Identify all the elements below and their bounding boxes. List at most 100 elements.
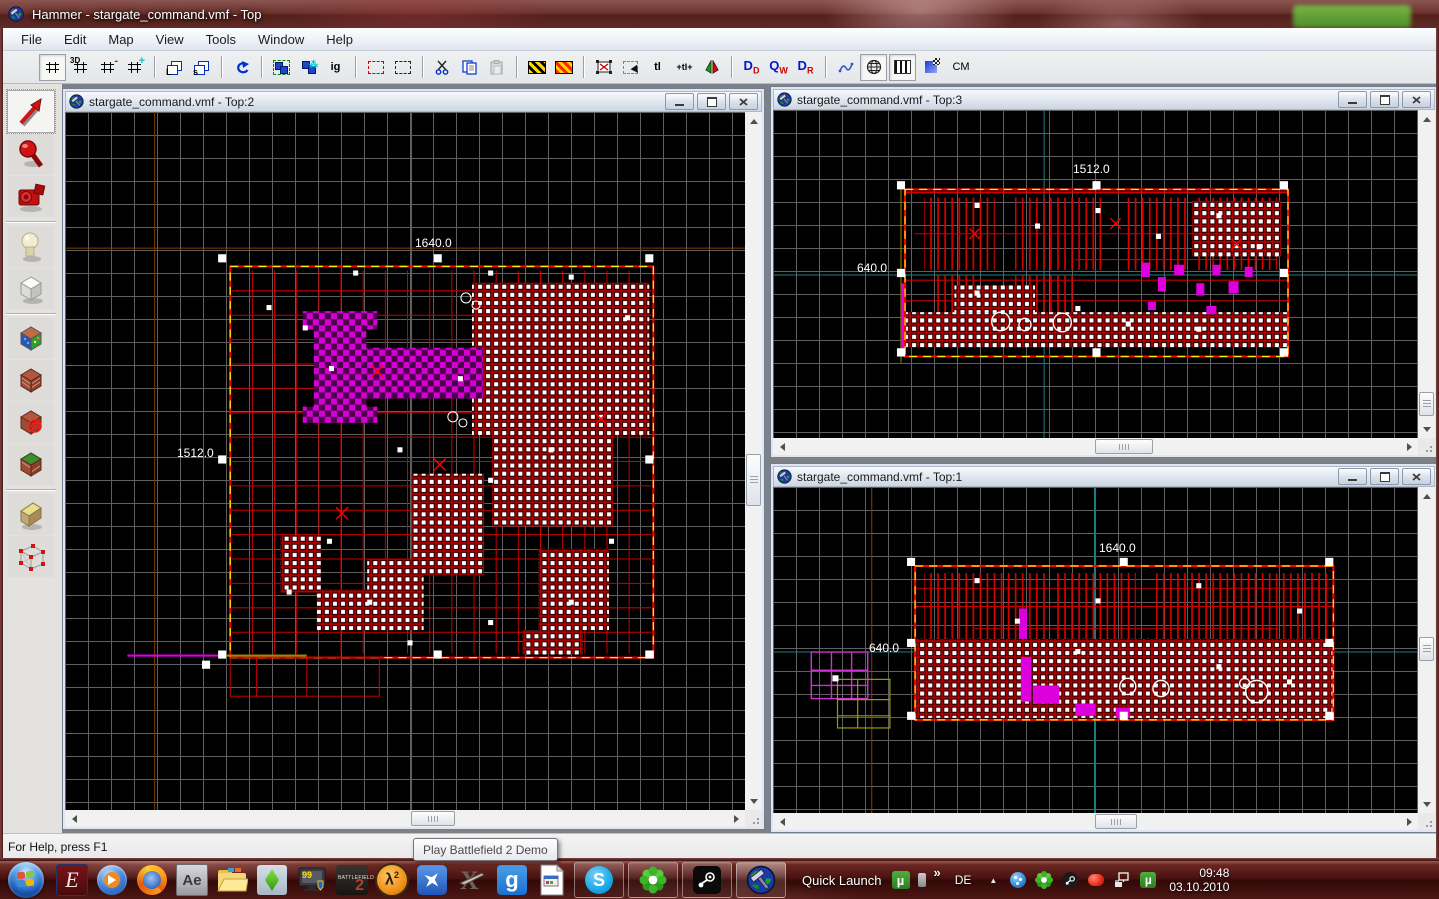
toggle-cordon-button[interactable]: [524, 55, 549, 80]
ignore-groups-button[interactable]: ig: [323, 55, 348, 80]
horizontal-scrollbar[interactable]: [65, 810, 745, 827]
toggle-grid-button[interactable]: [39, 54, 66, 81]
horizontal-scrollbar[interactable]: [773, 438, 1418, 455]
scrollbar-thumb[interactable]: [1419, 637, 1434, 661]
scrollbar-thumb[interactable]: [1095, 814, 1137, 829]
scroll-right-arrow[interactable]: [1401, 438, 1418, 455]
close-button[interactable]: [1402, 91, 1431, 108]
taskbar-icon-explorer-folder[interactable]: [215, 863, 249, 897]
close-button[interactable]: [1402, 468, 1431, 485]
load-window-state-button[interactable]: L: [162, 55, 187, 80]
taskbar-icon-sims[interactable]: [255, 863, 289, 897]
scrollbar-thumb[interactable]: [746, 454, 761, 506]
tool-toggle-texture-application[interactable]: [8, 318, 54, 359]
viewport-2d-top2[interactable]: 1640.0 1512.0: [65, 112, 745, 810]
tool-selection[interactable]: [7, 90, 55, 133]
flip-objects-button[interactable]: [699, 55, 724, 80]
group-button[interactable]: [363, 55, 388, 80]
minimize-button[interactable]: [1338, 468, 1367, 485]
scroll-up-arrow[interactable]: [1418, 110, 1435, 127]
carve-button[interactable]: [269, 55, 294, 80]
menu-edit[interactable]: Edit: [53, 30, 97, 49]
taskbar-button-hammer-active[interactable]: [736, 862, 786, 898]
vertical-scrollbar[interactable]: [1418, 487, 1435, 813]
undo-button[interactable]: [229, 55, 254, 80]
taskbar-icon-firefox[interactable]: [135, 863, 169, 897]
texture-scale-lock-button[interactable]: +tl+: [672, 55, 697, 80]
cut-button[interactable]: [430, 55, 455, 80]
split-face-button[interactable]: [833, 55, 858, 80]
taskbar-icon-document[interactable]: [535, 863, 569, 897]
start-button[interactable]: [8, 862, 44, 898]
close-button[interactable]: [729, 93, 758, 110]
menu-map[interactable]: Map: [97, 30, 144, 49]
restore-button[interactable]: [1370, 468, 1399, 485]
model-render-toggle-button[interactable]: [860, 54, 887, 81]
menu-file[interactable]: File: [10, 30, 53, 49]
tray-icon-icq[interactable]: [1035, 871, 1053, 889]
scroll-left-arrow[interactable]: [65, 810, 82, 827]
restore-button[interactable]: [1370, 91, 1399, 108]
quicklaunch-overflow-chevron[interactable]: »: [934, 865, 941, 880]
displacement-mask-walkable-button[interactable]: QW: [766, 55, 791, 80]
save-window-state-button[interactable]: s: [189, 55, 214, 80]
scroll-right-arrow[interactable]: [1401, 813, 1418, 830]
scrollbar-thumb[interactable]: [411, 811, 455, 826]
texture-lock-button[interactable]: tl: [645, 55, 670, 80]
scroll-down-arrow[interactable]: [1418, 421, 1435, 438]
taskbar-button-icq[interactable]: [628, 862, 678, 898]
vertical-scrollbar[interactable]: [745, 112, 762, 810]
window-titlebar[interactable]: Hammer - stargate_command.vmf - Top: [0, 0, 1439, 29]
child-titlebar[interactable]: stargate_command.vmf - Top:1: [773, 466, 1435, 487]
horizontal-scrollbar[interactable]: [773, 813, 1418, 830]
quicklaunch-icon-clipped[interactable]: [918, 871, 926, 889]
taskbar-icon-xplane[interactable]: X: [455, 863, 489, 897]
menu-window[interactable]: Window: [247, 30, 315, 49]
scroll-left-arrow[interactable]: [773, 438, 790, 455]
language-indicator[interactable]: DE: [955, 873, 972, 887]
toggle-select-by-handles-button[interactable]: [591, 55, 616, 80]
scroll-up-arrow[interactable]: [1418, 487, 1435, 504]
viewport-window-top1[interactable]: stargate_command.vmf - Top:1: [770, 463, 1438, 833]
toggle-auto-selection-button[interactable]: [618, 55, 643, 80]
taskbar-button-skype[interactable]: S: [574, 862, 624, 898]
tool-entity[interactable]: [8, 226, 54, 267]
tray-icon-blue-ball[interactable]: [1009, 871, 1027, 889]
minimize-button[interactable]: [1338, 91, 1367, 108]
detail-objects-toggle-button[interactable]: [889, 54, 916, 81]
scroll-left-arrow[interactable]: [773, 813, 790, 830]
menu-help[interactable]: Help: [315, 30, 364, 49]
tool-magnify[interactable]: [8, 134, 54, 175]
tray-icon-hamachi[interactable]: [1087, 871, 1105, 889]
tool-camera[interactable]: [8, 176, 54, 217]
tool-block[interactable]: [8, 268, 54, 309]
tool-overlay[interactable]: [8, 444, 54, 485]
taskbar-icon-after-effects[interactable]: Ae: [175, 863, 209, 897]
taskbar-icon-battlefield2[interactable]: 2 BATTLEFIELD: [335, 863, 369, 897]
ungroup-button[interactable]: [390, 55, 415, 80]
texture-application-button[interactable]: [918, 55, 943, 80]
taskbar-icon-encarta[interactable]: E: [55, 863, 89, 897]
scroll-down-arrow[interactable]: [1418, 796, 1435, 813]
vertical-scrollbar[interactable]: [1418, 110, 1435, 438]
displacement-mask-solid-button[interactable]: DD: [739, 55, 764, 80]
taskbar-icon-media-player[interactable]: [95, 863, 129, 897]
viewport-window-top2[interactable]: stargate_command.vmf - Top:2: [62, 88, 765, 830]
restore-button[interactable]: [697, 93, 726, 110]
taskbar-icon-garrys-mod[interactable]: g: [495, 863, 529, 897]
scrollbar-thumb[interactable]: [1419, 392, 1434, 416]
tool-apply-current-texture[interactable]: [8, 360, 54, 401]
cm-toggle-button[interactable]: CM: [945, 55, 977, 80]
scrollbar-thumb[interactable]: [1095, 439, 1153, 454]
tray-clock[interactable]: 09:48 03.10.2010: [1169, 866, 1229, 894]
child-titlebar[interactable]: stargate_command.vmf - Top:2: [65, 91, 762, 112]
larger-grid-button[interactable]: +: [122, 55, 147, 80]
edit-cordon-button[interactable]: [551, 55, 576, 80]
tray-expand-arrow[interactable]: ▲: [989, 876, 997, 885]
viewport-window-top3[interactable]: stargate_command.vmf - Top:3: [770, 86, 1438, 458]
tool-clipping[interactable]: [8, 494, 54, 535]
tray-icon-network[interactable]: [1113, 871, 1131, 889]
menu-tools[interactable]: Tools: [195, 30, 247, 49]
viewport-2d-top1[interactable]: 1640.0 640.0: [773, 487, 1418, 813]
scroll-right-arrow[interactable]: [728, 810, 745, 827]
